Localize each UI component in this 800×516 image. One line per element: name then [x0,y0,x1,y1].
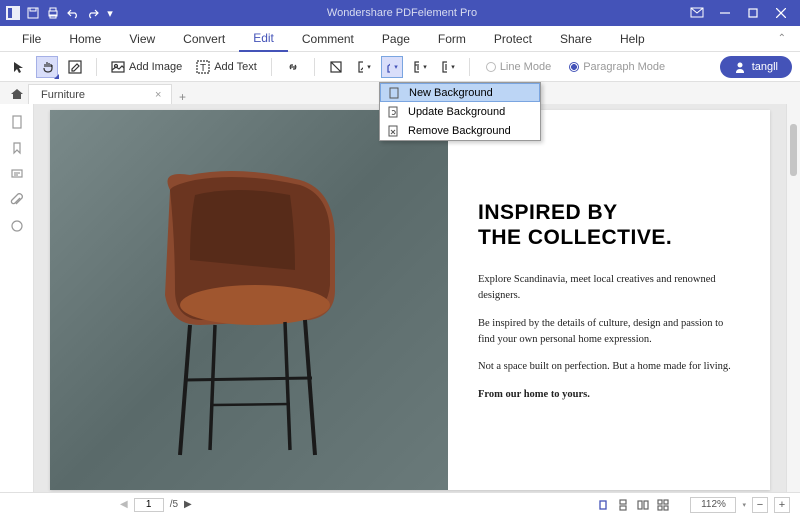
page-add-icon [387,86,401,100]
document-page: INSPIRED BYTHE COLLECTIVE. Explore Scand… [50,110,770,490]
view-single-icon[interactable] [596,498,610,512]
hand-tool-icon[interactable] [36,56,58,78]
app-title: Wondershare PDFelement Pro [114,7,690,19]
page-next-icon[interactable]: ▶ [184,499,192,510]
edit-toolbar: Add Image T Add Text ▾ ▾ ▾ ▾ Line Mode Pa… [0,52,800,82]
zoom-in-button[interactable]: + [774,497,790,513]
doc-paragraph: Explore Scandinavia, meet local creative… [478,272,740,304]
svg-text:T: T [200,63,206,74]
undo-icon[interactable] [66,6,80,20]
add-text-label: Add Text [214,61,257,73]
tab-label: Furniture [41,89,85,101]
menu-home[interactable]: Home [55,26,115,52]
watermark-tool-icon[interactable]: ▾ [353,56,375,78]
paragraph-mode-radio[interactable]: Paragraph Mode [563,61,671,73]
line-mode-label: Line Mode [500,61,551,73]
add-text-button[interactable]: T Add Text [192,56,261,78]
mail-icon[interactable] [690,6,704,20]
menu-protect[interactable]: Protect [480,26,546,52]
paragraph-mode-label: Paragraph Mode [583,61,665,73]
close-icon[interactable] [774,6,788,20]
edit-object-tool-icon[interactable] [64,56,86,78]
menu-file[interactable]: File [8,26,55,52]
redo-icon[interactable] [86,6,100,20]
save-icon[interactable] [26,6,40,20]
side-panel [0,104,34,492]
zoom-level[interactable]: 112% [690,497,736,513]
view-grid-icon[interactable] [656,498,670,512]
qat-dropdown-icon[interactable]: ▾ [106,6,114,20]
page-total: /5 [170,499,178,510]
menubar: File Home View Convert Edit Comment Page… [0,26,800,52]
background-dropdown: New Background Update Background Remove … [379,82,541,141]
bookmark-icon[interactable] [9,140,25,156]
menu-view[interactable]: View [115,26,169,52]
collapse-ribbon-icon[interactable]: ⌃ [778,33,792,44]
print-icon[interactable] [46,6,60,20]
menu-share[interactable]: Share [546,26,606,52]
home-icon[interactable] [6,84,28,104]
statusbar: ◀ /5 ▶ 112% ▾ − + [0,492,800,516]
tab-close-icon[interactable]: × [155,89,161,101]
canvas[interactable]: INSPIRED BYTHE COLLECTIVE. Explore Scand… [34,104,786,492]
header-footer-tool-icon[interactable]: ▾ [409,56,431,78]
user-pill[interactable]: tangll [720,56,792,78]
titlebar: ▾ Wondershare PDFelement Pro [0,0,800,26]
background-tool-icon[interactable]: ▾ [381,56,403,78]
menu-help[interactable]: Help [606,26,659,52]
page-refresh-icon [386,105,400,119]
add-image-label: Add Image [129,61,182,73]
page-prev-icon[interactable]: ◀ [120,499,128,510]
view-continuous-icon[interactable] [616,498,630,512]
attachment-icon[interactable] [9,192,25,208]
thumbnails-icon[interactable] [9,114,25,130]
page-current-input[interactable] [134,498,164,512]
minimize-icon[interactable] [718,6,732,20]
zoom-out-button[interactable]: − [752,497,768,513]
zoom-dropdown-icon[interactable]: ▾ [742,501,746,509]
link-tool-icon[interactable] [282,56,304,78]
menu-page[interactable]: Page [368,26,424,52]
add-image-button[interactable]: Add Image [107,56,186,78]
doc-paragraph: Be inspired by the details of culture, d… [478,316,740,348]
line-mode-radio[interactable]: Line Mode [480,61,557,73]
doc-paragraph: From our home to yours. [478,387,740,403]
update-background-item[interactable]: Update Background [380,102,540,121]
new-background-item[interactable]: New Background [380,83,540,102]
vertical-scrollbar[interactable] [786,104,800,492]
view-facing-icon[interactable] [636,498,650,512]
menu-edit[interactable]: Edit [239,26,288,52]
remove-background-item[interactable]: Remove Background [380,121,540,140]
page-text-area: INSPIRED BYTHE COLLECTIVE. Explore Scand… [448,110,770,490]
comment-panel-icon[interactable] [9,166,25,182]
page-remove-icon [386,124,400,138]
document-tab[interactable]: Furniture × [28,84,172,104]
menu-form[interactable]: Form [424,26,480,52]
user-name: tangll [752,61,778,73]
shapes-icon[interactable] [9,218,25,234]
select-tool-icon[interactable] [8,56,30,78]
doc-heading: INSPIRED BYTHE COLLECTIVE. [478,200,740,250]
doc-paragraph: Not a space built on perfection. But a h… [478,359,740,375]
app-logo-icon [6,6,20,20]
page-image [50,110,448,490]
menu-comment[interactable]: Comment [288,26,368,52]
pager: ◀ /5 ▶ [120,498,192,512]
new-tab-icon[interactable]: + [172,90,192,104]
menu-convert[interactable]: Convert [169,26,239,52]
bates-tool-icon[interactable]: ▾ [437,56,459,78]
crop-tool-icon[interactable] [325,56,347,78]
scrollbar-thumb[interactable] [790,124,797,176]
chair-illustration [140,160,360,460]
maximize-icon[interactable] [746,6,760,20]
